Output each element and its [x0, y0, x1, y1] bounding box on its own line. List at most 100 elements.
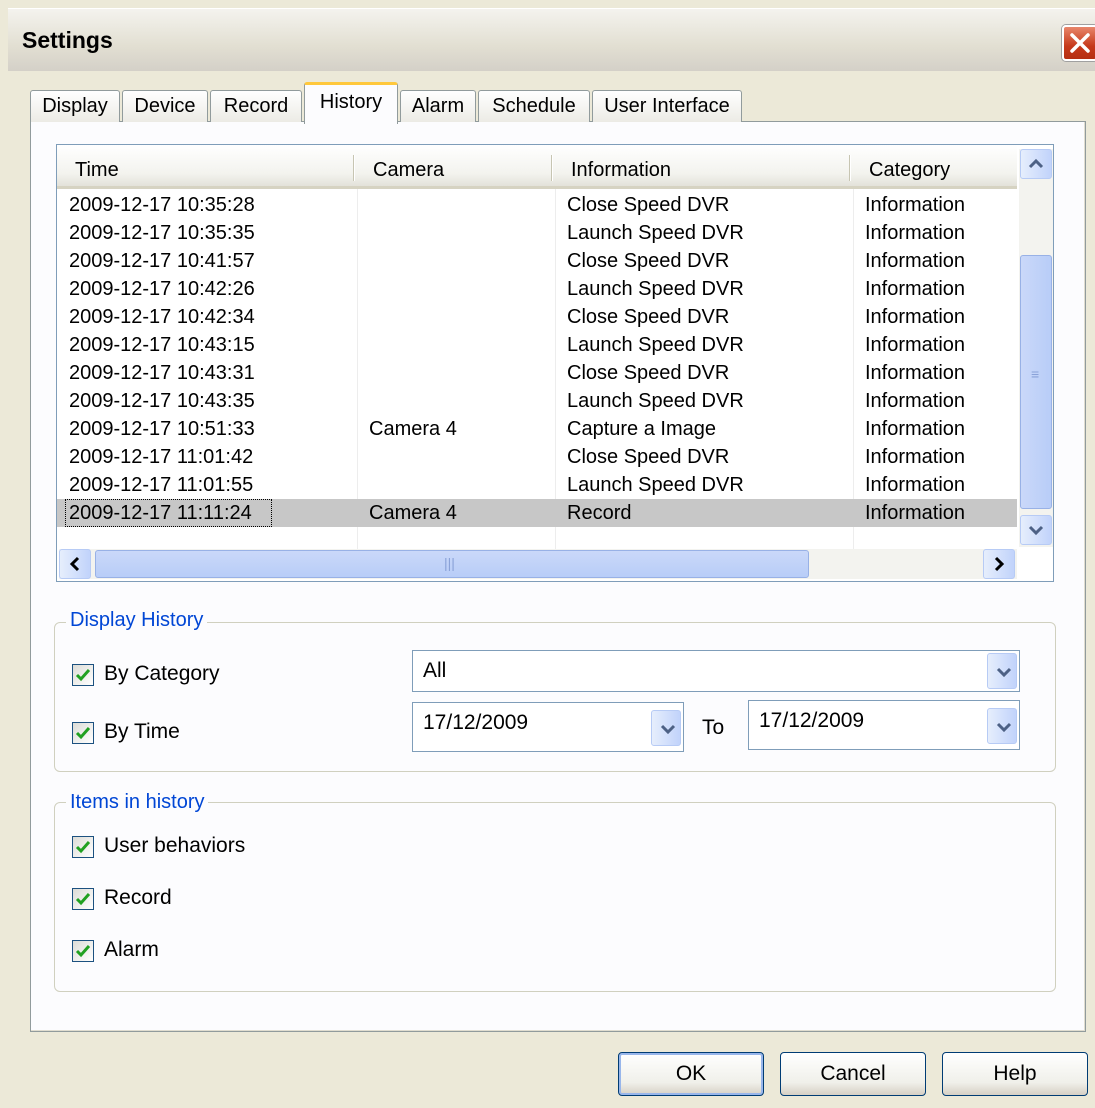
checkmark-icon	[75, 669, 91, 682]
user-behaviors-checkbox[interactable]	[72, 836, 94, 858]
cell-category: Information	[865, 446, 966, 468]
history-list[interactable]: Time Camera Information Category 2009-12…	[56, 144, 1054, 582]
table-row[interactable]: 2009-12-17 10:35:35 Launch Speed DVR Infor…	[57, 219, 1017, 247]
scroll-up-button[interactable]	[1020, 149, 1052, 179]
date-from-picker[interactable]: 17/12/2009	[412, 702, 684, 752]
by-category-checkbox[interactable]	[72, 664, 94, 686]
table-row[interactable]: 2009-12-17 11:01:55 Launch Speed DVR Infor…	[57, 471, 1017, 499]
cell-time: 2009-12-17 11:01:42	[69, 446, 254, 468]
table-row[interactable]: 2009-12-17 10:41:57 Close Speed DVR Inform…	[57, 247, 1017, 275]
checkmark-icon	[75, 945, 91, 958]
cell-time: 2009-12-17 10:35:28	[69, 194, 255, 216]
cell-information: Launch Speed DVR	[567, 278, 744, 300]
table-row[interactable]: 2009-12-17 10:43:31 Close Speed DVR Inform…	[57, 359, 1017, 387]
cell-information: Close Speed DVR	[567, 446, 730, 468]
checkmark-icon	[75, 727, 91, 740]
column-header-time[interactable]: Time	[57, 145, 353, 189]
close-button[interactable]	[1062, 25, 1095, 61]
cell-information: Close Speed DVR	[567, 362, 730, 384]
category-dropdown-button[interactable]	[987, 653, 1017, 689]
column-header-category[interactable]: Category	[851, 145, 1017, 189]
checkmark-icon	[75, 841, 91, 854]
window-title: Settings	[22, 27, 113, 53]
help-button[interactable]: Help	[942, 1052, 1088, 1096]
tab-schedule[interactable]: Schedule	[478, 90, 590, 122]
table-row-selected[interactable]: 2009-12-17 11:11:24 Camera 4 Record Informa…	[57, 499, 1017, 527]
cell-category: Information	[865, 250, 966, 272]
cell-category: Information	[865, 334, 966, 356]
cell-time: 2009-12-17 10:43:35	[69, 390, 255, 412]
table-row[interactable]: 2009-12-17 10:42:26 Launch Speed DVR Infor…	[57, 275, 1017, 303]
list-rows: 2009-12-17 10:35:28 Close Speed DVR Inform…	[57, 191, 1017, 547]
cancel-button[interactable]: Cancel	[780, 1052, 926, 1096]
title-bar: Settings	[8, 8, 1095, 71]
vertical-scrollbar[interactable]: ≡	[1019, 149, 1053, 547]
column-header-camera[interactable]: Camera	[355, 145, 551, 189]
date-from-dropdown-button[interactable]	[651, 710, 681, 746]
tab-device[interactable]: Device	[122, 90, 208, 122]
date-to-value: 17/12/2009	[759, 709, 865, 732]
tab-user-interface[interactable]: User Interface	[592, 90, 742, 122]
scroll-down-button[interactable]	[1020, 515, 1052, 545]
alarm-checkbox[interactable]	[72, 940, 94, 962]
cell-information: Launch Speed DVR	[567, 222, 744, 244]
cell-information: Record	[567, 502, 632, 524]
category-value: All	[423, 659, 447, 682]
alarm-label: Alarm	[104, 938, 159, 961]
scroll-right-button[interactable]	[983, 549, 1015, 579]
cell-information: Close Speed DVR	[567, 250, 730, 272]
cell-time: 2009-12-17 10:42:26	[69, 278, 255, 300]
table-row[interactable]: 2009-12-17 10:35:28 Close Speed DVR Inform…	[57, 191, 1017, 219]
table-row[interactable]: 2009-12-17 11:01:42 Close Speed DVR Inform…	[57, 443, 1017, 471]
cell-time: 2009-12-17 10:43:31	[69, 362, 255, 384]
cell-category: Information	[865, 502, 966, 524]
chevron-down-icon	[660, 724, 676, 735]
ok-button[interactable]: OK	[618, 1052, 764, 1096]
category-select[interactable]: All	[412, 650, 1020, 692]
cell-category: Information	[865, 362, 966, 384]
horizontal-scrollbar[interactable]: |||	[59, 549, 1017, 579]
cell-category: Information	[865, 278, 966, 300]
by-time-checkbox[interactable]	[72, 722, 94, 744]
scroll-left-button[interactable]	[59, 549, 91, 579]
checkmark-icon	[75, 893, 91, 906]
chevron-down-icon	[996, 722, 1012, 733]
grip-icon: |||	[444, 555, 455, 571]
cell-information: Launch Speed DVR	[567, 474, 744, 496]
record-checkbox[interactable]	[72, 888, 94, 910]
chevron-down-icon	[1028, 525, 1044, 536]
table-row[interactable]: 2009-12-17 10:43:15 Launch Speed DVR Infor…	[57, 331, 1017, 359]
date-from-value: 17/12/2009	[423, 711, 529, 734]
cell-time: 2009-12-17 10:42:34	[69, 306, 255, 328]
cell-time: 2009-12-17 10:41:57	[69, 250, 255, 272]
by-time-label: By Time	[104, 720, 180, 743]
close-icon	[1070, 33, 1090, 53]
items-in-history-title: Items in history	[66, 791, 209, 814]
tab-alarm[interactable]: Alarm	[400, 90, 476, 122]
cell-camera: Camera 4	[369, 418, 457, 440]
cell-category: Information	[865, 194, 966, 216]
items-in-history-group	[54, 802, 1056, 992]
display-history-title: Display History	[66, 609, 208, 632]
scroll-thumb-horizontal[interactable]: |||	[95, 550, 809, 578]
scroll-thumb[interactable]: ≡	[1020, 255, 1052, 509]
table-row[interactable]: 2009-12-17 10:51:33 Camera 4 Capture a Ima…	[57, 415, 1017, 443]
list-header: Time Camera Information Category	[57, 145, 1017, 189]
cell-information: Close Speed DVR	[567, 194, 730, 216]
cell-time: 2009-12-17 10:43:15	[69, 334, 255, 356]
cell-time: 2009-12-17 10:51:33	[69, 418, 255, 440]
date-to-picker[interactable]: 17/12/2009	[748, 700, 1020, 750]
cell-information: Close Speed DVR	[567, 306, 730, 328]
by-category-label: By Category	[104, 662, 220, 685]
tab-history[interactable]: History	[304, 82, 398, 124]
tab-record[interactable]: Record	[210, 90, 302, 122]
date-to-dropdown-button[interactable]	[987, 708, 1017, 744]
cell-category: Information	[865, 306, 966, 328]
table-row[interactable]: 2009-12-17 10:43:35 Launch Speed DVR Infor…	[57, 387, 1017, 415]
chevron-down-icon	[996, 667, 1012, 678]
tab-display[interactable]: Display	[30, 90, 120, 122]
cell-category: Information	[865, 222, 966, 244]
table-row[interactable]: 2009-12-17 10:42:34 Close Speed DVR Inform…	[57, 303, 1017, 331]
cell-information: Launch Speed DVR	[567, 390, 744, 412]
column-header-information[interactable]: Information	[553, 145, 849, 189]
